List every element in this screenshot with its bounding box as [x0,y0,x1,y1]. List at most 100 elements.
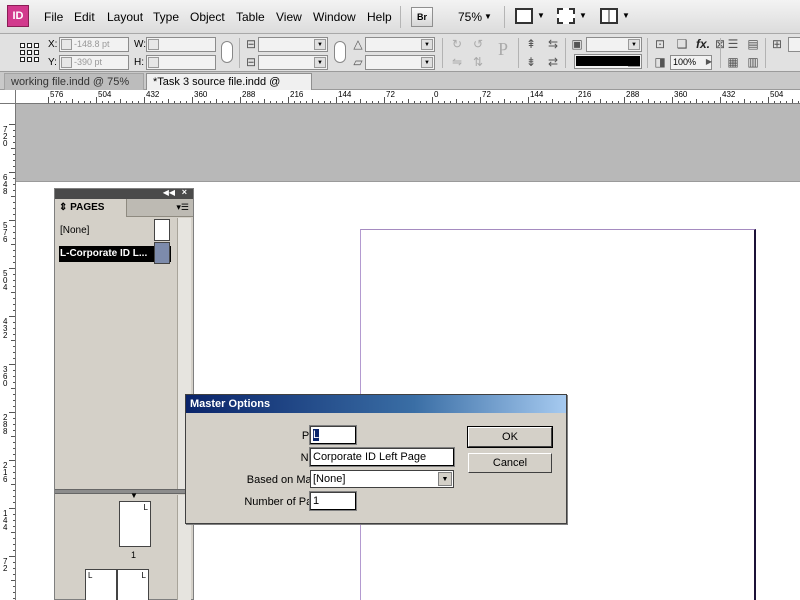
chevron-down-icon[interactable]: ▼ [314,39,326,50]
master-corporate-id-thumbnail[interactable] [154,242,170,264]
close-panel-icon[interactable]: × [182,187,187,197]
menu-table[interactable]: Table [236,10,265,24]
constrain-proportions-icon[interactable] [221,41,233,63]
vertical-ruler[interactable]: 720 648 576 504 432 360 288 216 144 72 [0,104,16,600]
constrain-scale-icon[interactable] [334,41,346,63]
tab-pages[interactable]: ⇕ PAGES [55,199,127,217]
view-options-button[interactable]: ▼ [515,8,549,24]
fill-icon[interactable]: ▣ [570,37,584,51]
w-field[interactable] [146,37,216,52]
ruler-tick [480,97,481,103]
horizontal-ruler[interactable]: 576 504 432 360 288 216 144 72 0 72 144 216 288 360 43… [16,90,800,104]
reference-point-icon[interactable] [20,43,40,63]
ruler-minor-tick [13,514,15,515]
ruler-minor-tick [504,99,505,103]
spread-left-thumbnail[interactable]: L [85,569,117,600]
overflow-field[interactable] [788,37,800,52]
ruler-origin[interactable] [0,90,16,104]
dialog-title[interactable]: Master Options [186,395,566,413]
menu-view[interactable]: View [276,10,302,24]
y-stepper[interactable] [61,57,72,68]
y-field[interactable]: -390 pt [59,55,129,70]
stroke-weight-icon[interactable]: ⊡ [653,37,667,51]
menu-help[interactable]: Help [367,10,392,24]
flip-vertical-icon[interactable]: ⇅ [471,55,485,69]
ruler-tick [432,97,433,103]
effects-button[interactable]: fx. [696,37,710,51]
drop-shadow-icon[interactable]: ❑ [675,37,689,51]
flip-horizontal-icon[interactable]: ⇋ [450,55,464,69]
bridge-button[interactable]: Br [411,7,433,27]
cancel-button[interactable]: Cancel [468,453,552,473]
shear-field[interactable]: ▼ [365,55,435,70]
x-field[interactable]: -148.8 pt [59,37,129,52]
arrange-documents-button[interactable]: ▼ [600,8,634,24]
x-stepper[interactable] [61,39,72,50]
select-container-icon[interactable]: ⇞ [524,37,538,51]
ruler-label: 432 [146,90,160,99]
page-1-thumbnail[interactable]: L [119,501,151,547]
ruler-minor-tick [180,101,181,103]
tab-task3-source[interactable]: *Task 3 source file.indd @ 75%✕ [146,73,312,104]
text-wrap-jump-icon[interactable]: ▥ [746,55,760,69]
rotation-field[interactable]: ▼ [365,37,435,52]
scale-x-field[interactable]: ▼ [258,37,328,52]
h-stepper[interactable] [148,57,159,68]
ruler-minor-tick [594,101,595,103]
rotate-cw-icon[interactable]: ↻ [450,37,464,51]
ruler-minor-tick [492,101,493,103]
text-wrap-shape-icon[interactable]: ▦ [726,55,740,69]
based-on-master-value: [None] [313,473,346,485]
panel-section-divider[interactable] [55,489,193,494]
spread-right-thumbnail[interactable]: L [117,569,149,600]
chevron-down-icon[interactable]: ▼ [628,39,640,50]
chevron-down-icon[interactable]: ▼ [421,57,433,68]
ruler-label: 432 [3,317,8,340]
chevron-down-icon[interactable]: ▼ [314,57,326,68]
ruler-minor-tick [798,101,799,103]
tab-working-file[interactable]: working file.indd @ 75% [4,73,144,90]
ok-button[interactable]: OK [467,426,553,448]
ruler-tick [528,97,529,103]
rotate-ccw-icon[interactable]: ↺ [471,37,485,51]
panel-titlebar[interactable]: ◀◀ × [55,187,193,199]
name-input[interactable]: Corporate ID Left Page [309,447,455,467]
based-on-master-select[interactable]: [None] ▼ [310,470,454,488]
ruler-minor-tick [132,101,133,103]
frame-fitting-icon[interactable]: ⊞ [770,37,784,51]
zoom-dropdown-icon[interactable]: ▼ [484,12,492,21]
zoom-level[interactable]: 75% [458,10,482,24]
scale-y-field[interactable]: ▼ [258,55,328,70]
screen-mode-button[interactable]: ▼ [557,8,591,24]
select-previous-icon[interactable]: ⇆ [546,37,560,51]
select-content-icon[interactable]: ⇟ [524,55,538,69]
ruler-minor-tick [13,538,15,539]
ruler-minor-tick [648,99,649,103]
fill-dropdown[interactable]: ▼ [586,37,642,52]
opacity-arrow-icon[interactable]: ▶ [702,55,716,69]
collapse-panel-icon[interactable]: ◀◀ [163,188,175,197]
panel-menu-icon[interactable]: ▾☰ [176,202,189,213]
menu-object[interactable]: Object [190,10,225,24]
select-next-icon[interactable]: ⇄ [546,55,560,69]
text-wrap-none-icon[interactable]: ☰ [726,37,740,51]
ruler-minor-tick [13,562,15,563]
master-none-thumbnail[interactable] [154,219,170,241]
chevron-down-icon[interactable]: ▼ [438,472,452,486]
text-wrap-box-icon[interactable]: ▤ [746,37,760,51]
menu-layout[interactable]: Layout [107,10,143,24]
w-stepper[interactable] [148,39,159,50]
ruler-minor-tick [13,472,15,473]
screen-mode-icon [557,8,575,24]
stroke-preview [576,56,640,66]
menu-file[interactable]: File [44,10,63,24]
number-of-pages-input[interactable]: 1 [309,491,357,511]
prefix-input[interactable]: L [309,425,357,445]
ruler-minor-tick [366,101,367,103]
menu-window[interactable]: Window [313,10,356,24]
menu-type[interactable]: Type [153,10,179,24]
menu-edit[interactable]: Edit [74,10,95,24]
chevron-down-icon[interactable]: ▼ [421,39,433,50]
menu-bar: ID File Edit Layout Type Object Table Vi… [0,0,800,34]
h-field[interactable] [146,55,216,70]
